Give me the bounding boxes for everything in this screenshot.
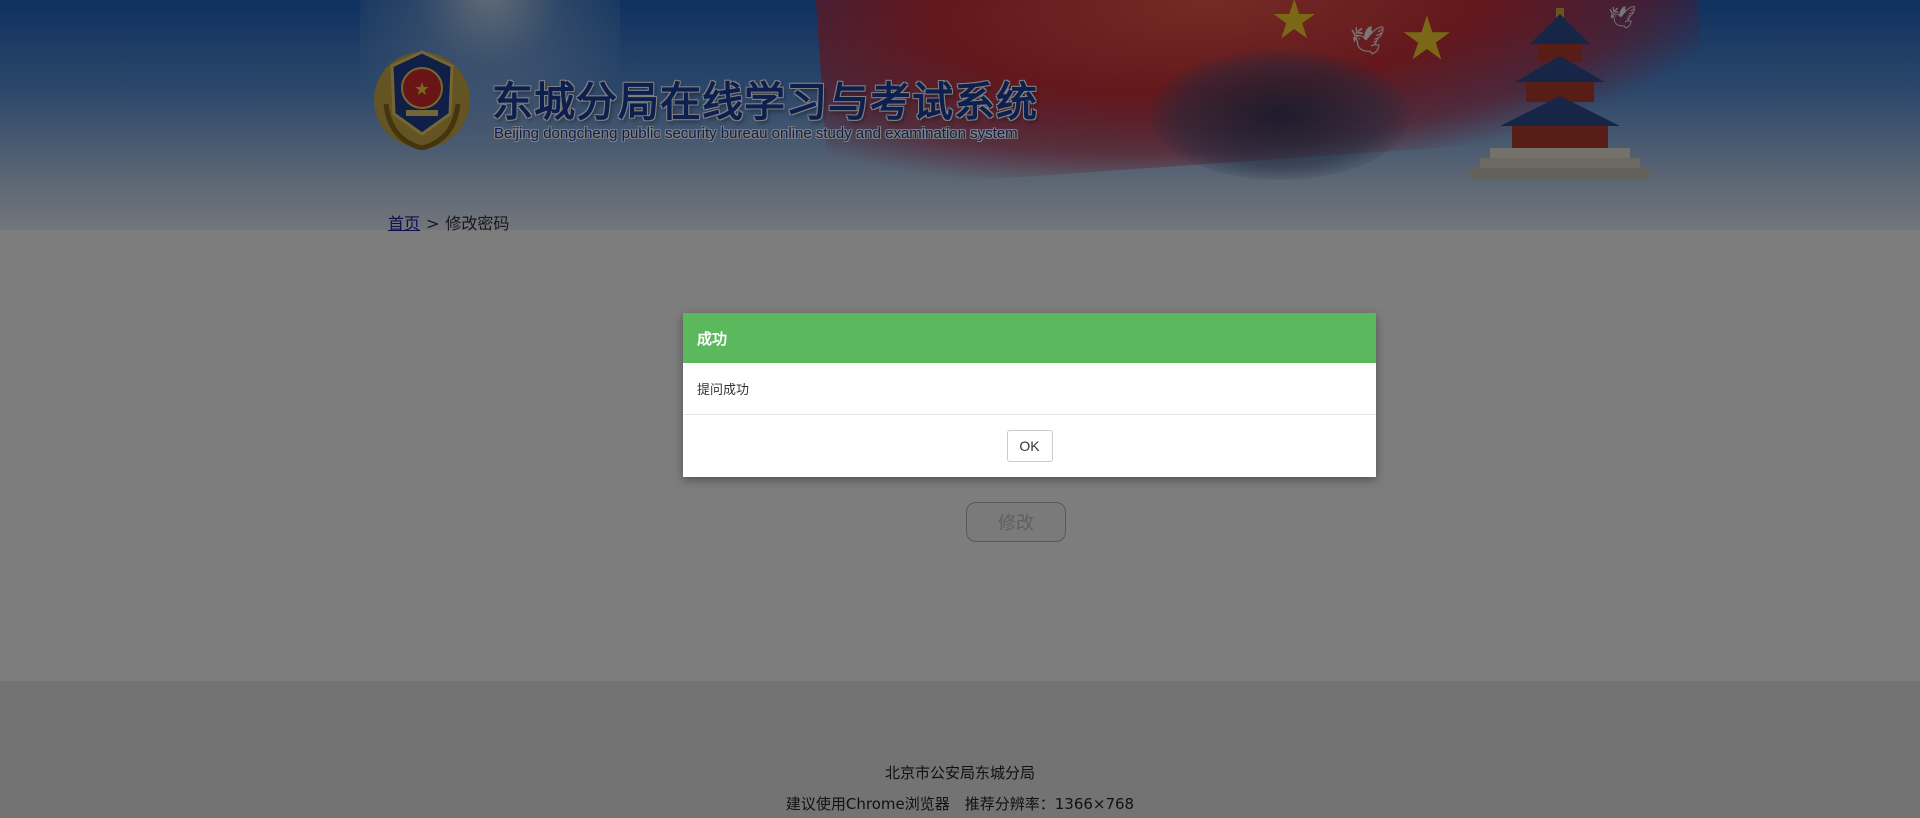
dialog-title: 成功 xyxy=(683,313,1376,363)
success-dialog: 成功 提问成功 OK xyxy=(683,313,1376,477)
ok-button[interactable]: OK xyxy=(1006,430,1053,462)
dialog-footer: OK xyxy=(683,415,1376,477)
dialog-message: 提问成功 xyxy=(683,363,1376,415)
